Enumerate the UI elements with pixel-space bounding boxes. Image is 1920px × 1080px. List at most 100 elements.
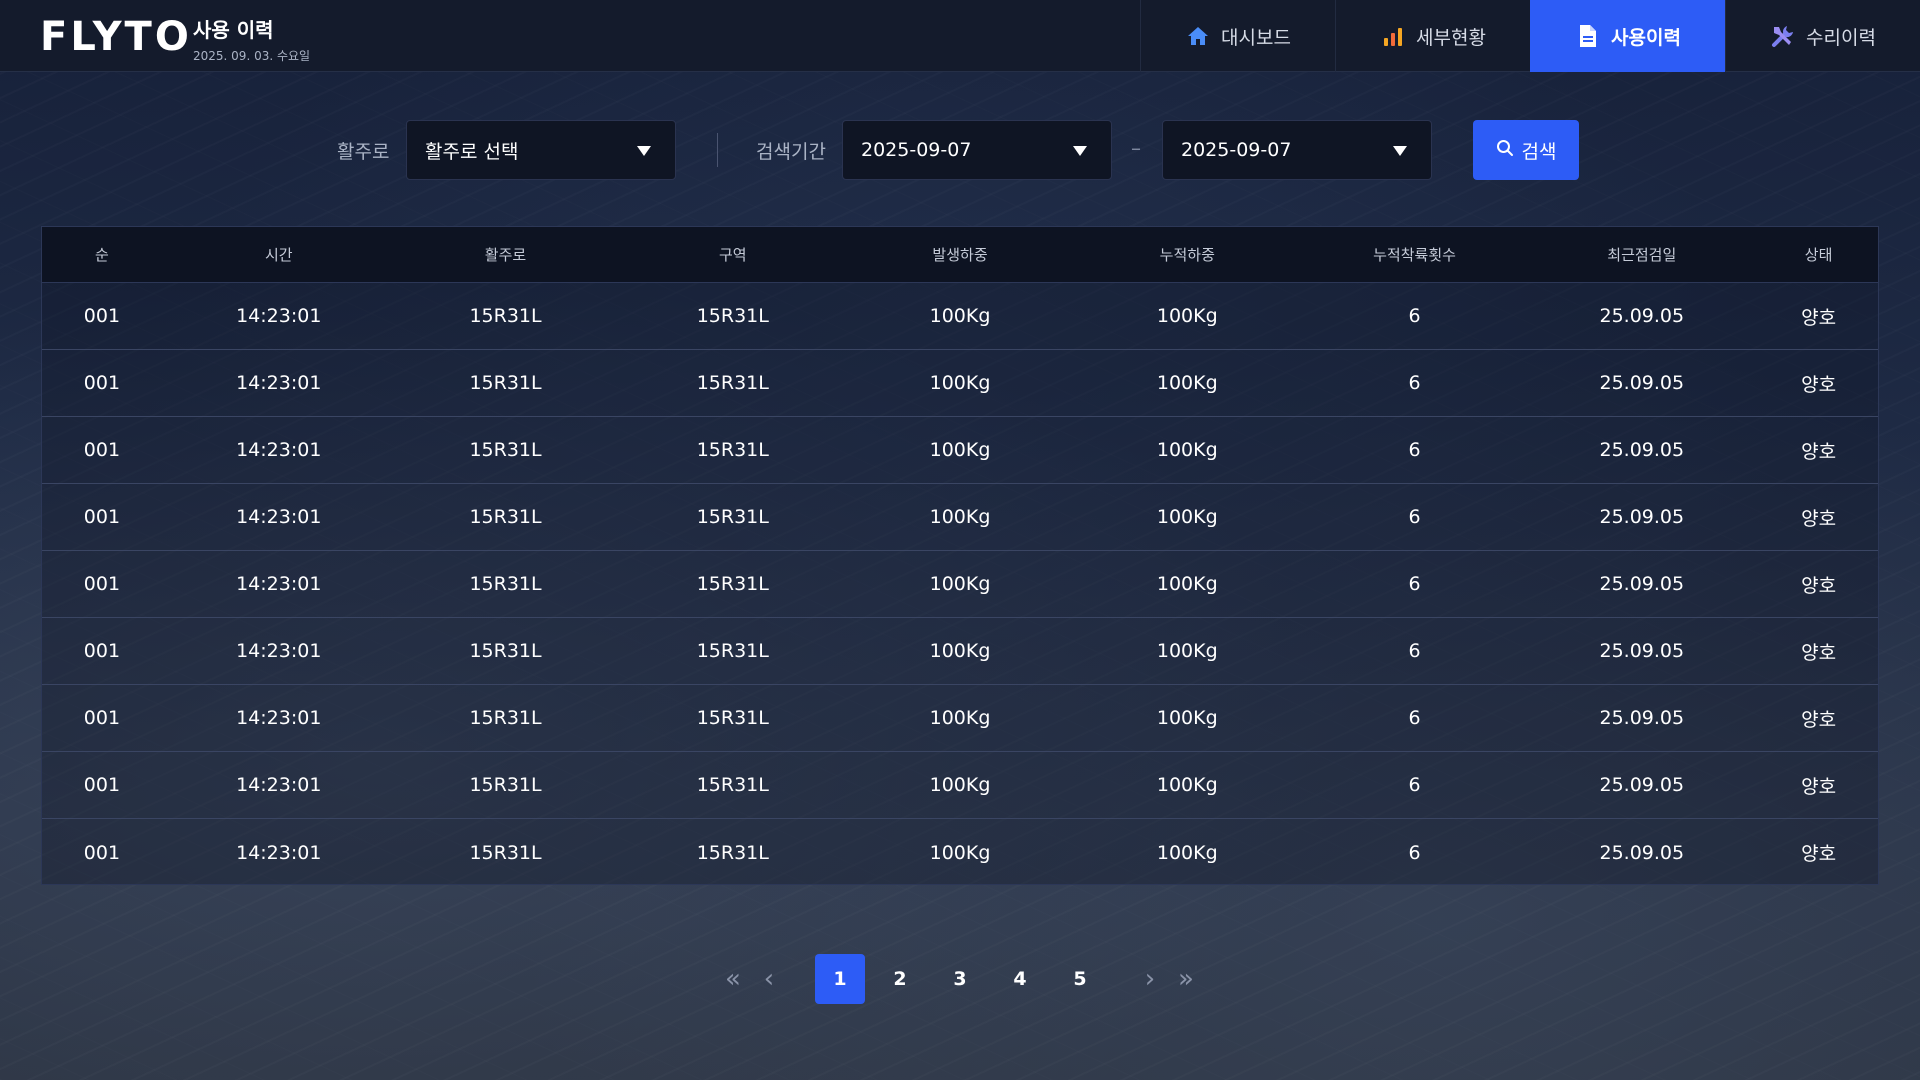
table-cell: 6 xyxy=(1408,707,1421,729)
column-header[interactable]: 구역 xyxy=(615,244,850,265)
table-row[interactable]: 001 14:23:01 15R31L 15R31L 100Kg 100Kg 6 25.09.… xyxy=(42,551,1878,618)
table-cell: 100Kg xyxy=(1156,573,1218,595)
table-cell: 15R31L xyxy=(469,439,542,461)
page-button-3[interactable]: 3 xyxy=(935,954,985,1004)
column-header[interactable]: 최근점검일 xyxy=(1524,244,1759,265)
page-title: 사용 이력 xyxy=(193,18,274,42)
search-icon xyxy=(1496,139,1514,162)
column-header[interactable]: 활주로 xyxy=(396,244,616,265)
top-header: FLYTO 사용 이력 2025. 09. 03. 수요일 대시보드 세부현황 xyxy=(0,0,1920,72)
period-label: 검색기간 xyxy=(756,141,826,163)
current-date: 2025. 09. 03. 수요일 xyxy=(193,49,311,63)
end-date-value: 2025-09-07 xyxy=(1181,139,1292,161)
table-cell: 14:23:01 xyxy=(236,841,322,864)
table-row[interactable]: 001 14:23:01 15R31L 15R31L 100Kg 100Kg 6 25.09.… xyxy=(42,417,1878,484)
table-cell: 14:23:01 xyxy=(236,774,322,796)
table-cell: 양호 xyxy=(1801,373,1837,396)
table-cell: 001 xyxy=(83,305,121,327)
filter-bar: 활주로 활주로 선택 검색기간 2025-09-07 – 2025-09-07 … xyxy=(0,120,1920,180)
bar-chart-icon xyxy=(1380,23,1406,49)
table-row[interactable]: 001 14:23:01 15R31L 15R31L 100Kg 100Kg 6 25.09.… xyxy=(42,618,1878,685)
table-cell: 001 xyxy=(83,506,121,528)
table-row[interactable]: 001 14:23:01 15R31L 15R31L 100Kg 100Kg 6 25.09.… xyxy=(42,484,1878,551)
first-page-button[interactable]: « xyxy=(721,964,745,994)
table-cell: 100Kg xyxy=(929,506,991,528)
nav-item-label: 세부현황 xyxy=(1416,26,1486,49)
last-page-button[interactable]: » xyxy=(1174,964,1198,994)
column-header[interactable]: 누적하중 xyxy=(1070,244,1305,265)
table-cell: 25.09.05 xyxy=(1599,640,1685,662)
end-date-select[interactable]: 2025-09-07 xyxy=(1162,120,1432,180)
table-cell: 15R31L xyxy=(469,640,542,662)
table-cell: 6 xyxy=(1408,640,1421,662)
table-cell: 15R31L xyxy=(696,372,769,394)
table-cell: 15R31L xyxy=(469,506,542,528)
table-row[interactable]: 001 14:23:01 15R31L 15R31L 100Kg 100Kg 6 25.09.… xyxy=(42,685,1878,752)
table-cell: 6 xyxy=(1408,439,1421,461)
table-cell: 6 xyxy=(1408,774,1421,796)
table-cell: 001 xyxy=(83,640,121,662)
table-cell: 100Kg xyxy=(929,707,991,729)
nav-item-label: 대시보드 xyxy=(1221,26,1291,49)
table-cell: 양호 xyxy=(1801,708,1837,731)
page-button-5[interactable]: 5 xyxy=(1055,954,1105,1004)
table-cell: 14:23:01 xyxy=(236,707,322,729)
usage-history-table: 순 시간 활주로 구역 발생하중 누적하중 누적착륙횟수 최근점검일 상태 00… xyxy=(41,226,1879,885)
table-row[interactable]: 001 14:23:01 15R31L 15R31L 100Kg 100Kg 6 25.09.… xyxy=(42,283,1878,350)
table-cell: 양호 xyxy=(1801,507,1837,530)
table-cell: 100Kg xyxy=(1156,372,1218,394)
runway-select-value: 활주로 선택 xyxy=(425,140,519,163)
table-cell: 100Kg xyxy=(1156,707,1218,729)
chevron-down-icon xyxy=(637,146,651,156)
table-cell: 100Kg xyxy=(929,372,991,394)
page-button-4[interactable]: 4 xyxy=(995,954,1045,1004)
table-row[interactable]: 001 14:23:01 15R31L 15R31L 100Kg 100Kg 6 25.09.… xyxy=(42,819,1878,886)
nav-item-dashboard[interactable]: 대시보드 xyxy=(1140,0,1335,72)
column-header[interactable]: 누적착륙횟수 xyxy=(1305,244,1525,265)
table-cell: 25.09.05 xyxy=(1599,372,1685,394)
filter-divider xyxy=(717,133,718,167)
table-cell: 100Kg xyxy=(1156,841,1218,864)
table-cell: 15R31L xyxy=(696,506,769,528)
table-cell: 100Kg xyxy=(1156,774,1218,796)
nav-item-details[interactable]: 세부현황 xyxy=(1335,0,1530,72)
table-cell: 001 xyxy=(83,774,121,796)
start-date-value: 2025-09-07 xyxy=(861,139,972,161)
column-header[interactable]: 순 xyxy=(42,244,162,265)
next-page-button[interactable]: › xyxy=(1138,964,1162,994)
table-cell: 14:23:01 xyxy=(236,640,322,662)
page-button-1[interactable]: 1 xyxy=(815,954,865,1004)
table-cell: 25.09.05 xyxy=(1599,439,1685,461)
column-header[interactable]: 발생하중 xyxy=(850,244,1070,265)
table-cell: 양호 xyxy=(1801,641,1837,664)
column-header[interactable]: 시간 xyxy=(162,244,396,265)
table-cell: 15R31L xyxy=(469,774,542,796)
start-date-select[interactable]: 2025-09-07 xyxy=(842,120,1112,180)
table-row[interactable]: 001 14:23:01 15R31L 15R31L 100Kg 100Kg 6 25.09.… xyxy=(42,752,1878,819)
prev-page-button[interactable]: ‹ xyxy=(757,964,781,994)
table-cell: 15R31L xyxy=(469,573,542,595)
table-cell: 6 xyxy=(1408,506,1421,528)
runway-select[interactable]: 활주로 선택 xyxy=(406,120,676,180)
nav-item-label: 수리이력 xyxy=(1806,26,1876,49)
table-cell: 100Kg xyxy=(1156,640,1218,662)
table-row[interactable]: 001 14:23:01 15R31L 15R31L 100Kg 100Kg 6 25.09.… xyxy=(42,350,1878,417)
table-cell: 100Kg xyxy=(929,305,991,327)
table-cell: 양호 xyxy=(1801,843,1837,865)
table-cell: 15R31L xyxy=(469,305,542,327)
table-body: 001 14:23:01 15R31L 15R31L 100Kg 100Kg 6 25.09.… xyxy=(42,283,1878,886)
table-cell: 15R31L xyxy=(696,707,769,729)
table-cell: 15R31L xyxy=(696,640,769,662)
table-cell: 001 xyxy=(83,573,121,595)
page-button-2[interactable]: 2 xyxy=(875,954,925,1004)
table-cell: 14:23:01 xyxy=(236,372,322,394)
nav-item-usage-history[interactable]: 사용이력 xyxy=(1530,0,1725,72)
search-button[interactable]: 검색 xyxy=(1473,120,1579,180)
table-cell: 001 xyxy=(83,841,121,864)
nav-item-repair-history[interactable]: 수리이력 xyxy=(1725,0,1920,72)
table-cell: 25.09.05 xyxy=(1599,841,1685,864)
table-cell: 25.09.05 xyxy=(1599,774,1685,796)
nav-item-label: 사용이력 xyxy=(1611,26,1681,49)
column-header[interactable]: 상태 xyxy=(1759,244,1878,265)
table-cell: 15R31L xyxy=(469,841,542,864)
